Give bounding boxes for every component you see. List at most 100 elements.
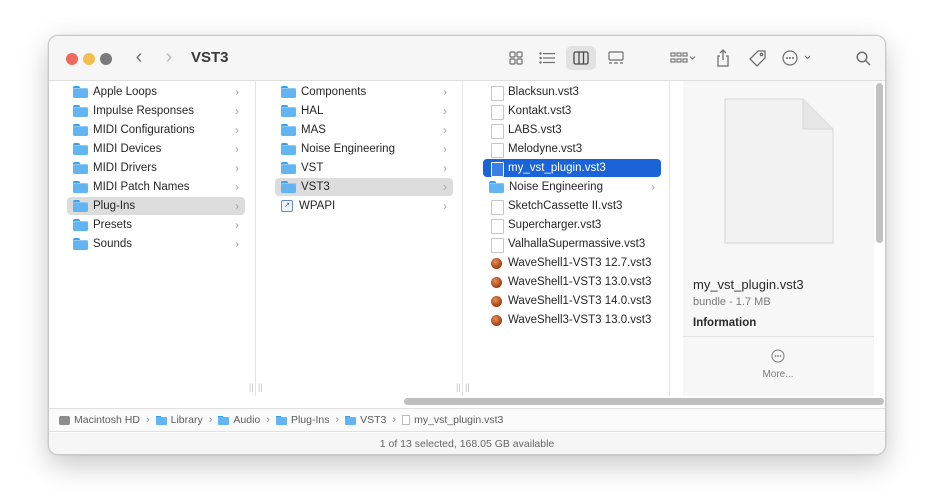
more-label: More... [762,369,794,380]
folder-label: Presets [93,219,132,231]
folder-icon [73,143,88,155]
column-browser: Apple Loops › Impulse Responses › MIDI Con… [49,81,885,396]
file-row[interactable]: Supercharger.vst3 [483,216,661,234]
waves-icon [491,257,502,269]
folder-row[interactable]: MIDI Configurations › [67,121,245,139]
folder-label: Apple Loops [93,86,157,98]
file-row[interactable]: WaveShell1-VST3 13.0.vst3 [483,273,661,291]
folder-label: Plug-Ins [93,200,136,212]
file-row[interactable]: WaveShell3-VST3 13.0.vst3 [483,311,661,329]
crumb-plug-ins[interactable]: Plug-Ins [275,414,330,426]
tag-button[interactable] [746,46,768,70]
vertical-scrollbar[interactable] [876,83,883,243]
crumb-macintosh-hd[interactable]: Macintosh HD [59,414,140,426]
crumb-label: Plug-Ins [290,414,330,426]
file-row[interactable]: Melodyne.vst3 [483,140,661,158]
folder-icon [73,238,88,250]
folder-icon [281,86,296,98]
window-title: VST3 [191,49,229,66]
list-view-button[interactable] [535,46,559,70]
file-row[interactable]: WaveShell1-VST3 12.7.vst3 [483,254,661,272]
folder-label: MIDI Patch Names [93,181,190,193]
folder-row[interactable]: Noise Engineering › [483,178,661,196]
folder-row[interactable]: MIDI Drivers › [67,159,245,177]
folder-label: VST3 [301,181,330,193]
more-actions-button[interactable] [780,46,814,70]
folder-label: MIDI Devices [93,143,162,155]
more-button[interactable]: More... [753,349,803,380]
folder-label: VST [301,162,324,174]
icon-view-icon [509,51,523,65]
crumb-vst3[interactable]: VST3 [345,414,386,426]
crumb-library[interactable]: Library [155,414,203,426]
forward-button[interactable]: › [159,46,179,70]
folder-row[interactable]: HAL › [275,102,453,120]
gallery-view-icon [608,51,624,64]
document-icon [491,237,504,253]
folder-row[interactable]: VST › [275,159,453,177]
search-button[interactable] [853,46,873,70]
folder-row[interactable]: Sounds › [67,235,245,253]
horizontal-scrollbar[interactable] [404,398,884,405]
crumb-audio[interactable]: Audio [218,414,260,426]
file-row[interactable]: Blacksun.vst3 [483,83,661,101]
folder-row[interactable]: Apple Loops › [67,83,245,101]
zoom-button[interactable] [100,53,112,65]
document-preview-icon [724,98,834,244]
icon-view-button[interactable] [505,46,527,70]
folder-icon [281,143,296,155]
file-row[interactable]: ValhallaSupermassive.vst3 [483,235,661,253]
folder-icon [155,415,167,425]
close-button[interactable] [66,53,78,65]
waves-icon [491,295,502,307]
gallery-view-button[interactable] [604,46,628,70]
chevron-right-icon: › [235,218,239,232]
file-row[interactable]: SketchCassette II.vst3 [483,197,661,215]
folder-row[interactable]: Noise Engineering › [275,140,453,158]
folder-row[interactable]: Presets › [67,216,245,234]
preview-file-name: my_vst_plugin.vst3 [693,277,804,292]
folder-label: MAS [301,124,326,136]
folder-row[interactable]: Components › [275,83,453,101]
file-row[interactable]: LABS.vst3 [483,121,661,139]
column-vst3[interactable]: Blacksun.vst3 Kontakt.vst3 LABS.vst3 Mel… [463,81,670,396]
folder-row[interactable]: ↗ WPAPI › [275,197,453,215]
column-library[interactable]: Apple Loops › Impulse Responses › MIDI Con… [49,81,256,396]
file-label: SketchCassette II.vst3 [508,200,623,212]
folder-row-selected[interactable]: Plug-Ins › [67,197,245,215]
folder-icon [73,124,88,136]
folder-row[interactable]: Impulse Responses › [67,102,245,120]
folder-row[interactable]: MIDI Devices › [67,140,245,158]
column-resize-handle[interactable]: || [249,382,254,392]
file-label: Melodyne.vst3 [508,143,583,155]
folder-icon [73,181,88,193]
document-icon [491,199,504,215]
back-button[interactable]: ‹ [129,46,149,70]
crumb-file[interactable]: my_vst_plugin.vst3 [402,414,503,426]
minimize-button[interactable] [83,53,95,65]
chevron-right-icon: › [145,414,150,426]
column-resize-handle[interactable]: || [258,382,263,392]
chevron-right-icon: › [208,414,213,426]
file-row-selected[interactable]: my_vst_plugin.vst3 [483,159,661,177]
column-resize-handle[interactable]: || [456,382,461,392]
document-icon [491,104,504,120]
preview-file-kind: bundle - 1.7 MB [693,296,771,308]
file-label: Blacksun.vst3 [508,86,579,98]
folder-row[interactable]: MIDI Patch Names › [67,178,245,196]
file-row[interactable]: Kontakt.vst3 [483,102,661,120]
tag-icon [748,49,766,67]
column-plug-ins[interactable]: Components › HAL › MAS › Noise Engineering ›… [256,81,463,396]
folder-row[interactable]: MAS › [275,121,453,139]
folder-icon [281,181,296,193]
folder-label: MIDI Drivers [93,162,157,174]
chevron-left-icon: ‹ [135,46,143,68]
column-view-icon [573,51,589,65]
group-button[interactable] [667,46,699,70]
preview-pane: my_vst_plugin.vst3 bundle - 1.7 MB Infor… [683,81,874,396]
share-button[interactable] [713,46,733,70]
folder-row-selected[interactable]: VST3 › [275,178,453,196]
column-view-button[interactable] [566,46,596,70]
file-row[interactable]: WaveShell1-VST3 14.0.vst3 [483,292,661,310]
column-resize-handle[interactable]: || [465,382,470,392]
